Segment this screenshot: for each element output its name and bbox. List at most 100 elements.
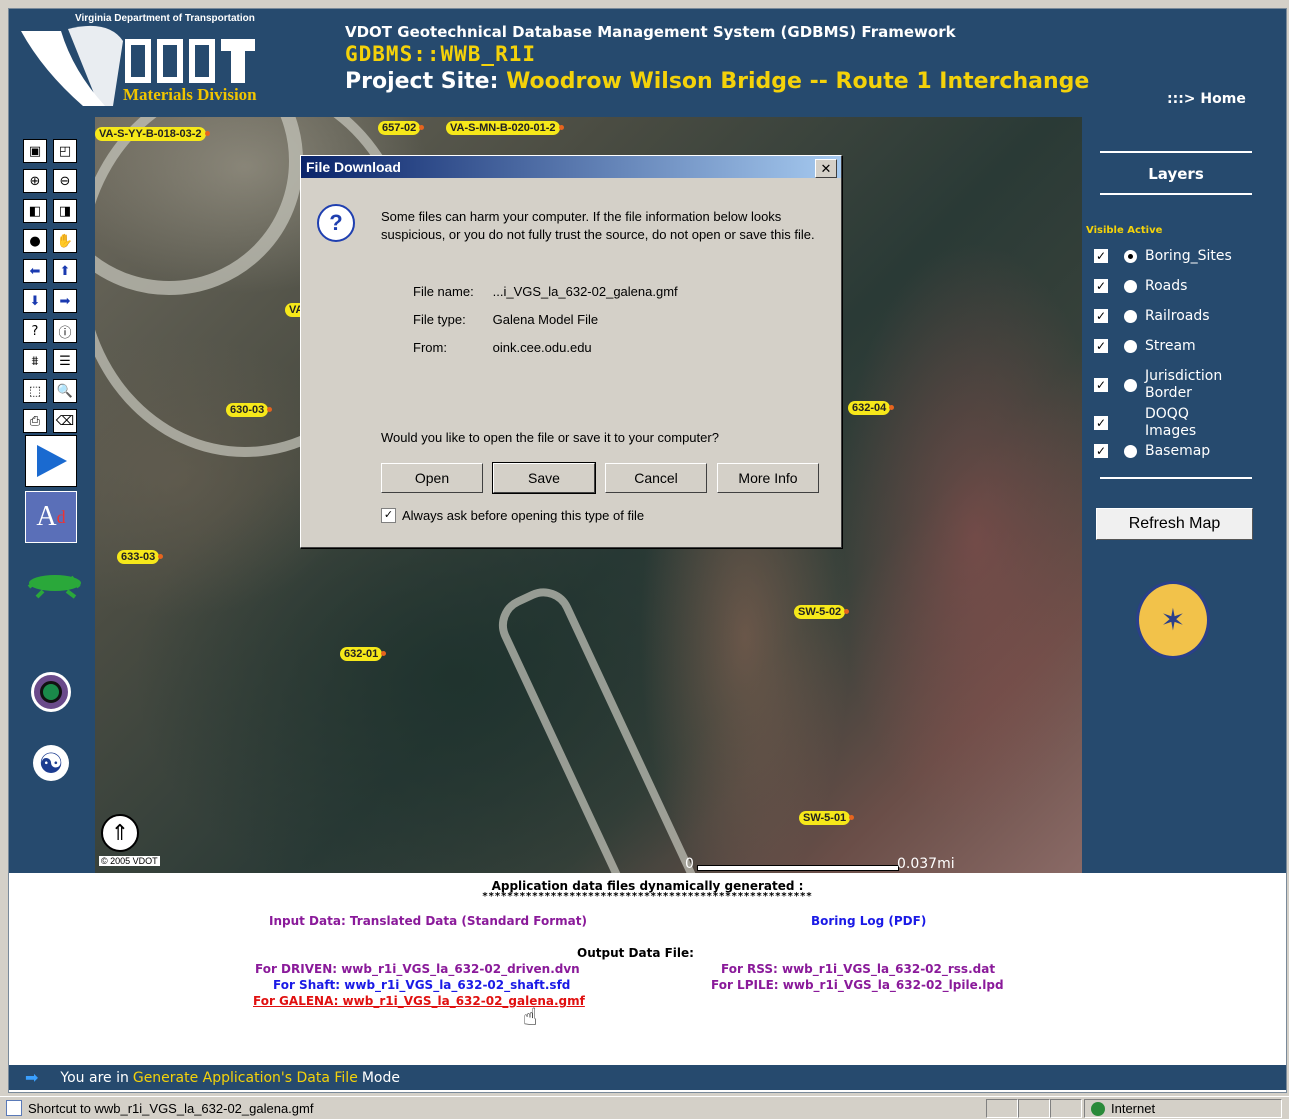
dept-name: Virginia Department of Transportation bbox=[75, 13, 255, 24]
globe-icon bbox=[1091, 1101, 1105, 1116]
play-icon[interactable] bbox=[25, 435, 77, 487]
layer-visible-checkbox[interactable]: ✓ bbox=[1094, 339, 1108, 353]
zoom-next-icon[interactable]: ◨ bbox=[53, 199, 77, 223]
boring-site-label[interactable]: VA-S-YY-B-018-03-2 bbox=[95, 127, 209, 141]
info-icon[interactable]: ⓘ bbox=[53, 319, 77, 343]
status-cell bbox=[1018, 1099, 1050, 1118]
browser-status-bar: Shortcut to wwb_r1i_VGS_la_632-02_galena… bbox=[0, 1096, 1289, 1119]
layer-visible-checkbox[interactable]: ✓ bbox=[1094, 309, 1108, 323]
boring-site-label[interactable]: 633-03 bbox=[117, 550, 164, 564]
pan-up-icon[interactable]: ⬆ bbox=[53, 259, 77, 283]
save-button[interactable]: Save bbox=[492, 462, 596, 494]
layer-active-radio[interactable] bbox=[1124, 309, 1137, 323]
layer-visible-checkbox[interactable]: ✓ bbox=[1094, 416, 1108, 430]
measure-icon[interactable]: ⩩ bbox=[23, 349, 47, 373]
layer-active-placeholder bbox=[1124, 417, 1137, 430]
layer-name: Basemap bbox=[1145, 442, 1211, 459]
layer-active-radio[interactable] bbox=[1124, 249, 1137, 263]
file-type-label: File type: bbox=[413, 312, 466, 327]
pier bbox=[489, 578, 717, 873]
page-header: Virginia Department of Transportation Ma… bbox=[9, 9, 1286, 117]
select-icon[interactable]: ⬚ bbox=[23, 379, 47, 403]
rss-file-link[interactable]: For RSS: wwb_r1i_VGS_la_632-02_rss.dat bbox=[721, 962, 995, 976]
boring-log-link[interactable]: Boring Log (PDF) bbox=[811, 914, 926, 928]
hand-cursor-icon: ☝ bbox=[523, 1003, 538, 1031]
pan-right-icon[interactable]: ➡ bbox=[53, 289, 77, 313]
layer-active-radio[interactable] bbox=[1124, 444, 1137, 458]
zoom-out-icon[interactable]: ⊖ bbox=[53, 169, 77, 193]
security-zone: Internet bbox=[1084, 1099, 1282, 1118]
files-separator: ****************************************… bbox=[482, 891, 813, 902]
yin-yang-icon[interactable]: ☯ bbox=[33, 745, 69, 781]
layer-row-railroads: ✓ Railroads bbox=[1094, 304, 1210, 328]
boring-site-label[interactable]: 630-03 bbox=[226, 403, 273, 417]
page-icon bbox=[6, 1100, 22, 1116]
layers-panel: Layers Visible Active ✓ Boring_Sites ✓ R… bbox=[1082, 117, 1286, 873]
project-site-label: Project Site: bbox=[345, 69, 499, 94]
division-name: Materials Division bbox=[123, 85, 257, 104]
layer-name: DOQQ Images bbox=[1145, 406, 1197, 439]
home-link[interactable]: :::> Home bbox=[1167, 91, 1246, 107]
driven-file-link[interactable]: For DRIVEN: wwb_r1i_VGS_la_632-02_driven… bbox=[255, 962, 580, 976]
globe-icon[interactable]: ● bbox=[23, 229, 47, 253]
eye-icon[interactable] bbox=[31, 672, 71, 712]
status-cell bbox=[986, 1099, 1018, 1118]
layer-name: Roads bbox=[1145, 277, 1188, 294]
full-extent-icon[interactable]: ▣ bbox=[23, 139, 47, 163]
more-info-button[interactable]: More Info bbox=[717, 463, 819, 493]
file-name-row: File name: ...i_VGS_la_632-02_galena.gmf bbox=[413, 284, 678, 299]
query-icon[interactable]: ? bbox=[23, 319, 47, 343]
vdot-logo[interactable]: Virginia Department of Transportation Ma… bbox=[13, 11, 293, 115]
frog-icon[interactable] bbox=[23, 563, 85, 599]
layer-visible-checkbox[interactable]: ✓ bbox=[1094, 279, 1108, 293]
boring-site-label[interactable]: SW-5-02 bbox=[794, 605, 850, 619]
layer-visible-checkbox[interactable]: ✓ bbox=[1094, 249, 1108, 263]
boring-site-label[interactable]: VA-S-MN-B-020-01-2 bbox=[446, 121, 564, 135]
overview-icon[interactable]: ◰ bbox=[53, 139, 77, 163]
status-cell bbox=[1050, 1099, 1082, 1118]
find-icon[interactable]: 🔍 bbox=[53, 379, 77, 403]
shaft-file-link[interactable]: For Shaft: wwb_r1i_VGS_la_632-02_shaft.s… bbox=[273, 978, 570, 992]
pan-left-icon[interactable]: ⬅ bbox=[23, 259, 47, 283]
adm-icon[interactable]: Ad bbox=[25, 491, 77, 543]
layer-name: Boring_Sites bbox=[1145, 247, 1232, 264]
close-icon[interactable]: ✕ bbox=[815, 159, 837, 178]
layer-active-radio[interactable] bbox=[1124, 339, 1137, 353]
layer-row-doqq-images: ✓ DOQQ Images bbox=[1094, 405, 1215, 441]
file-type-value: Galena Model File bbox=[492, 312, 599, 327]
clear-icon[interactable]: ⌫ bbox=[53, 409, 77, 433]
print-icon[interactable]: ⎙ bbox=[23, 409, 47, 433]
dialog-warning: Some files can harm your computer. If th… bbox=[381, 209, 815, 242]
from-row: From: oink.cee.odu.edu bbox=[413, 340, 592, 355]
boring-site-label[interactable]: 657-02 bbox=[378, 121, 425, 135]
file-type-row: File type: Galena Model File bbox=[413, 312, 598, 327]
legend-icon[interactable]: ☰ bbox=[53, 349, 77, 373]
boring-site-label[interactable]: 632-04 bbox=[848, 401, 895, 415]
pan-down-icon[interactable]: ⬇ bbox=[23, 289, 47, 313]
gdbms-title: GDBMS::WWB_R1I bbox=[345, 42, 537, 66]
always-ask-checkbox[interactable]: ✓ bbox=[381, 508, 396, 523]
boring-site-label[interactable]: 632-01 bbox=[340, 647, 387, 661]
input-data-link[interactable]: Input Data: Translated Data (Standard Fo… bbox=[269, 914, 587, 928]
play-triangle bbox=[37, 445, 67, 477]
layer-visible-checkbox[interactable]: ✓ bbox=[1094, 378, 1108, 392]
from-label: From: bbox=[413, 340, 447, 355]
layer-active-radio[interactable] bbox=[1124, 378, 1137, 392]
question-icon: ? bbox=[317, 204, 355, 242]
cancel-button[interactable]: Cancel bbox=[605, 463, 707, 493]
layer-row-roads: ✓ Roads bbox=[1094, 274, 1187, 298]
open-button[interactable]: Open bbox=[381, 463, 483, 493]
layers-column-header: Visible Active bbox=[1086, 225, 1163, 236]
layer-active-radio[interactable] bbox=[1124, 279, 1137, 293]
zoom-in-icon[interactable]: ⊕ bbox=[23, 169, 47, 193]
boring-site-label[interactable]: SW-5-01 bbox=[799, 811, 855, 825]
refresh-map-button[interactable]: Refresh Map bbox=[1096, 508, 1253, 540]
zoom-previous-icon[interactable]: ◧ bbox=[23, 199, 47, 223]
odu-seal-icon[interactable]: ✶ bbox=[1136, 581, 1210, 659]
framework-title: VDOT Geotechnical Database Management Sy… bbox=[345, 23, 956, 41]
layer-row-basemap: ✓ Basemap bbox=[1094, 439, 1210, 463]
lpile-file-link[interactable]: For LPILE: wwb_r1i_VGS_la_632-02_lpile.l… bbox=[711, 978, 1004, 992]
scale-bar: 0 0.037mi bbox=[685, 856, 985, 872]
pan-hand-icon[interactable]: ✋ bbox=[53, 229, 77, 253]
layer-visible-checkbox[interactable]: ✓ bbox=[1094, 444, 1108, 458]
